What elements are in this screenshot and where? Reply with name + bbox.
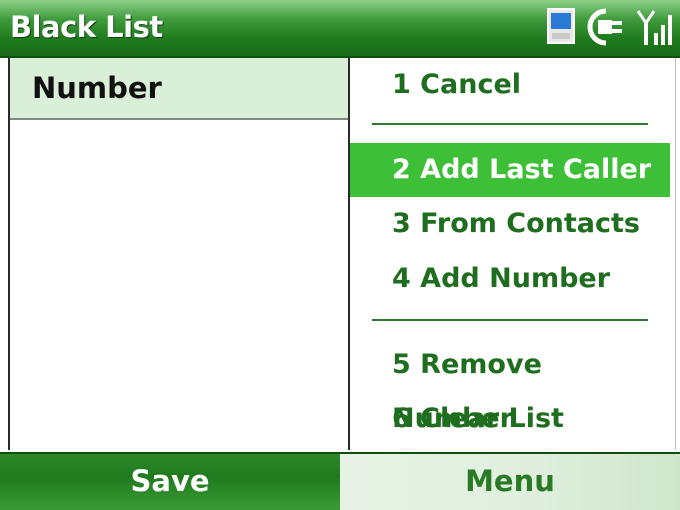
column-header-number[interactable]: Number: [10, 58, 348, 120]
save-softkey[interactable]: Save: [0, 464, 340, 498]
signal-strength-icon[interactable]: [636, 7, 674, 51]
menu-item-add-last-caller[interactable]: 2 Add Last Caller: [350, 143, 670, 197]
window-title: Black List: [10, 10, 163, 44]
menu-item-cancel[interactable]: 1 Cancel: [350, 58, 670, 112]
column-header-label: Number: [32, 71, 162, 105]
menu-item-remove-number[interactable]: 5 Remove Number: [350, 338, 670, 434]
menu-item-add-number[interactable]: 4 Add Number: [350, 252, 670, 306]
title-bar: Black List: [0, 0, 680, 58]
menu-item-clear-list[interactable]: 6 Clear List: [350, 392, 670, 446]
status-icons: [546, 6, 674, 52]
softkey-bar: Save Menu: [0, 452, 680, 510]
menu-softkey[interactable]: Menu: [340, 464, 680, 498]
power-plug-icon[interactable]: [584, 7, 628, 51]
menu-item-from-contacts[interactable]: 3 From Contacts: [350, 197, 670, 251]
menu-separator: [372, 123, 648, 125]
context-menu: 1 Cancel 2 Add Last Caller 3 From Contac…: [350, 58, 670, 450]
scrollbar[interactable]: [675, 58, 680, 450]
menu-separator: [372, 319, 648, 321]
device-icon[interactable]: [546, 7, 576, 51]
number-list[interactable]: Number: [8, 58, 350, 450]
